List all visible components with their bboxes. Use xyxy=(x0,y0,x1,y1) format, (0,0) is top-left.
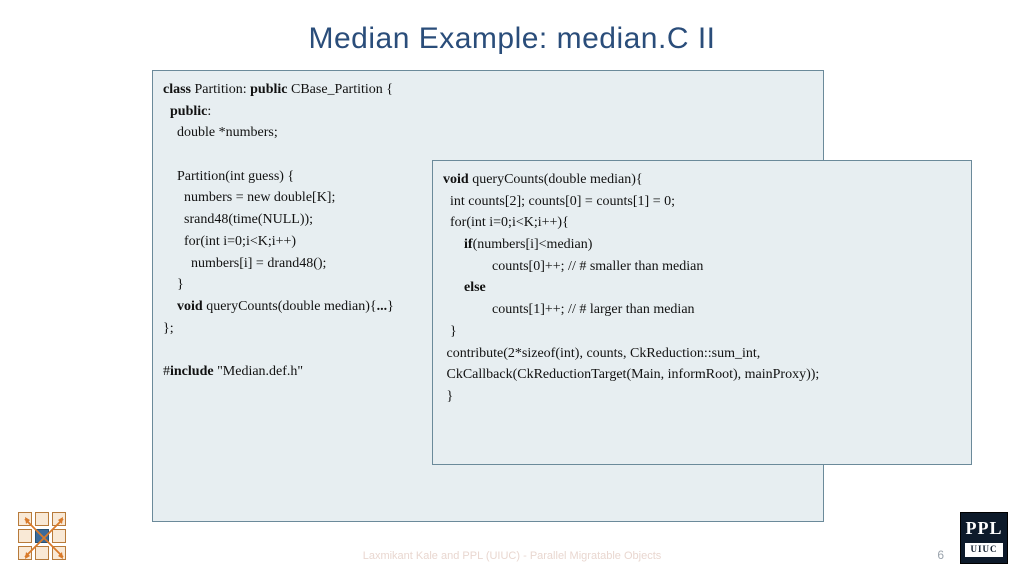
page-number: 6 xyxy=(937,548,944,562)
code-box-method: void queryCounts(double median){ int cou… xyxy=(432,160,972,465)
logo-line-1: PPL xyxy=(961,519,1007,539)
slide-title: Median Example: median.C II xyxy=(0,0,1024,66)
footer-attribution: Laxmikant Kale and PPL (UIUC) - Parallel… xyxy=(0,550,1024,562)
